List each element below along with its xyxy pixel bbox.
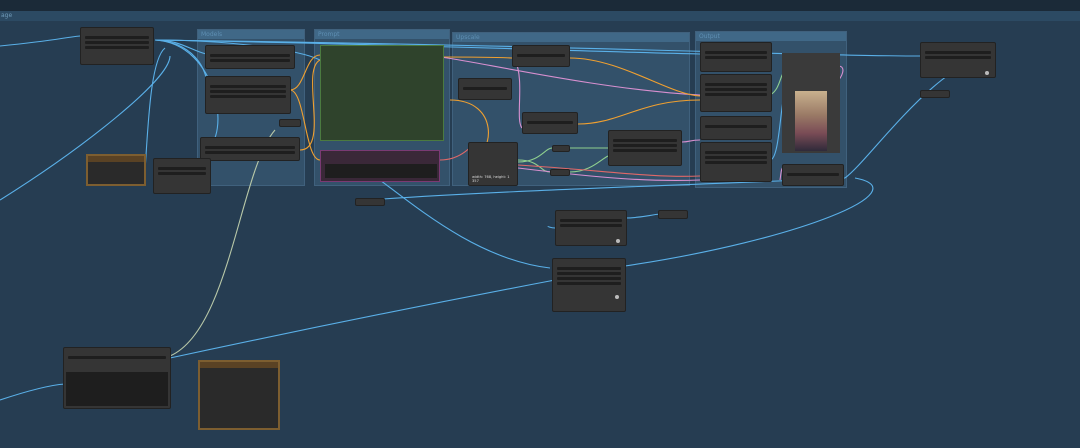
reroute-node[interactable] <box>550 169 570 176</box>
save-image-node[interactable] <box>782 164 844 186</box>
ksampler-node[interactable] <box>608 130 682 166</box>
detailer-node[interactable] <box>555 210 627 246</box>
group-upscale-title: Upscale <box>453 33 689 42</box>
wire <box>379 179 551 269</box>
checkpoint-loader-node[interactable] <box>80 27 154 65</box>
workflow-tab[interactable]: age <box>0 11 1080 21</box>
reroute-node[interactable] <box>552 145 570 152</box>
upscale-model-node[interactable] <box>512 45 570 67</box>
note-node-2[interactable] <box>198 360 280 430</box>
group-output-title: Output <box>696 32 846 41</box>
workflow-tab-label: age <box>1 12 13 19</box>
small-node[interactable] <box>920 90 950 98</box>
negative-prompt-textarea[interactable] <box>325 164 437 178</box>
loader-node[interactable] <box>153 158 211 194</box>
group-prompt-title: Prompt <box>315 30 449 39</box>
lora-loader-node[interactable] <box>205 45 295 69</box>
slider-knob[interactable] <box>985 71 989 75</box>
vae-decode-output-node[interactable] <box>700 116 772 140</box>
wire <box>169 279 556 359</box>
note-node[interactable] <box>86 154 146 186</box>
preview-image <box>795 91 827 151</box>
reroute-node[interactable] <box>279 119 301 127</box>
wire <box>0 35 81 47</box>
face-detailer-node[interactable] <box>552 258 626 312</box>
wire <box>547 226 556 229</box>
image-upscale-node[interactable] <box>920 42 996 78</box>
group-models-title: Models <box>198 30 304 39</box>
image-loader-node[interactable] <box>63 347 171 409</box>
image-scale-node[interactable] <box>522 112 578 134</box>
ksampler-advanced-node-2[interactable] <box>700 74 772 112</box>
model-sampling-node[interactable] <box>205 76 291 114</box>
empty-latent-node[interactable]: width: 768, height: 1 357 <box>468 142 518 186</box>
wire <box>624 213 661 219</box>
save-image-settings-node[interactable] <box>700 142 772 182</box>
clip-loader-node[interactable] <box>200 137 300 161</box>
slider-knob[interactable] <box>615 295 619 299</box>
positive-prompt-node[interactable] <box>320 45 444 141</box>
wire <box>144 47 166 171</box>
wire <box>0 383 66 401</box>
small-node[interactable] <box>658 210 688 219</box>
ksampler-advanced-node[interactable] <box>700 42 772 72</box>
latent-size-label: width: 768, height: 1 357 <box>472 175 510 183</box>
image-loader-panel <box>66 372 168 406</box>
slider-knob[interactable] <box>616 239 620 243</box>
image-preview-node[interactable] <box>782 53 840 153</box>
reroute-node[interactable] <box>355 198 385 206</box>
top-toolbar <box>0 0 1080 11</box>
vae-decode-node[interactable] <box>458 78 512 100</box>
wire <box>624 177 874 267</box>
